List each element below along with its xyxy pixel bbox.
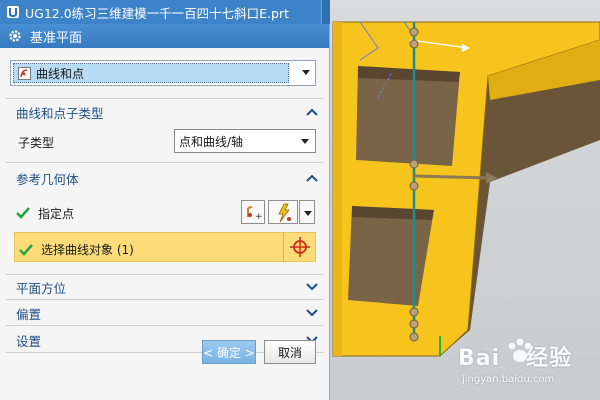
type-select[interactable]: 曲线和点: [10, 60, 316, 86]
gear-icon[interactable]: [8, 29, 22, 43]
group-title-plane-orientation: 平面方位: [16, 280, 67, 296]
chevron-down-icon: [304, 211, 312, 216]
group-header-subtype[interactable]: 曲线和点子类型: [16, 102, 320, 122]
group-title-offset: 偏置: [16, 306, 42, 322]
check-icon: [19, 243, 33, 256]
subtype-select[interactable]: 点和曲线/轴: [174, 129, 316, 153]
divider: [6, 162, 324, 163]
divider: [6, 98, 324, 99]
datum-plane-dialog: 基准平面 曲线和点 曲线和点子类型 子类型 点和曲线/轴 参考几何体 指定点 +…: [0, 24, 330, 400]
point-constructor-button[interactable]: +: [241, 200, 265, 224]
inferred-point-button[interactable]: [268, 200, 298, 224]
watermark-main: Bai: [458, 346, 501, 371]
group-title-subtype: 曲线和点子类型: [16, 105, 104, 121]
divider: [6, 299, 324, 300]
chevron-down-icon[interactable]: [306, 308, 318, 318]
divider: [6, 274, 324, 275]
select-curve-row[interactable]: 选择曲线对象 (1): [14, 232, 316, 262]
select-curve-target-button[interactable]: [283, 232, 315, 262]
check-icon: [16, 207, 30, 219]
watermark-suffix: 经验: [526, 346, 573, 371]
file-tab[interactable]: UG12.0练习三维建模一千一百四十七斜口E.prt: [0, 0, 322, 24]
type-select-value: 曲线和点: [36, 66, 85, 81]
dialog-title: 基准平面: [30, 30, 83, 46]
dialog-title-bar[interactable]: 基准平面: [0, 24, 329, 48]
group-header-offset[interactable]: 偏置: [16, 303, 320, 323]
cancel-button[interactable]: 取消: [264, 340, 316, 364]
chevron-down-icon[interactable]: [301, 69, 311, 77]
group-header-plane-orientation[interactable]: 平面方位: [16, 277, 320, 297]
watermark-url: jingyan.baidu.com: [462, 374, 555, 385]
point-options-dropdown[interactable]: [299, 200, 315, 224]
ok-button[interactable]: < 确定 >: [202, 340, 256, 364]
ug-icon: [7, 6, 19, 18]
group-title-settings: 设置: [16, 333, 42, 349]
crosshair-icon: [290, 237, 310, 257]
subtype-select-value: 点和曲线/轴: [179, 134, 244, 149]
group-title-reference: 参考几何体: [16, 171, 79, 187]
chevron-down-icon[interactable]: [306, 282, 318, 292]
divider: [6, 325, 324, 326]
chevron-up-icon[interactable]: [306, 173, 318, 183]
curve-point-icon: [18, 66, 31, 80]
baidu-watermark: Bai 经验 jingyan.baidu.com: [458, 340, 572, 385]
chevron-down-icon[interactable]: [300, 138, 310, 146]
group-header-reference[interactable]: 参考几何体: [16, 168, 320, 188]
specify-point-label: 指定点: [38, 206, 75, 221]
select-curve-label: 选择曲线对象 (1): [41, 243, 134, 257]
file-tab-bar: UG12.0练习三维建模一千一百四十七斜口E.prt: [0, 0, 330, 24]
inferred-point-icon: [278, 203, 291, 223]
point-constructor-icon: +: [247, 206, 263, 222]
subtype-label: 子类型: [18, 136, 55, 150]
chevron-up-icon[interactable]: [306, 107, 318, 117]
file-tab-title: UG12.0练习三维建模一千一百四十七斜口E.prt: [25, 5, 290, 21]
svg-text:+: +: [255, 212, 263, 222]
